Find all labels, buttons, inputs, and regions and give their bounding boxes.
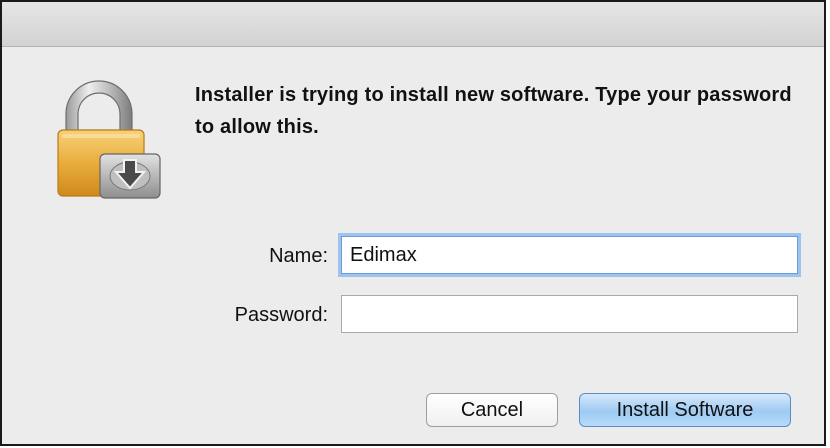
password-field[interactable]	[341, 295, 798, 333]
password-row: Password:	[2, 295, 824, 335]
password-label: Password:	[234, 304, 328, 326]
name-field[interactable]	[341, 236, 798, 274]
name-row: Name:	[2, 236, 824, 276]
dialog-titlebar[interactable]	[2, 2, 824, 47]
authentication-dialog: Installer is trying to install new softw…	[0, 0, 826, 446]
name-label: Name:	[269, 245, 328, 267]
cancel-button[interactable]: Cancel	[426, 393, 558, 427]
dialog-message: Installer is trying to install new softw…	[195, 84, 792, 138]
install-software-button[interactable]: Install Software	[579, 393, 791, 427]
lock-with-download-icon	[56, 76, 168, 202]
